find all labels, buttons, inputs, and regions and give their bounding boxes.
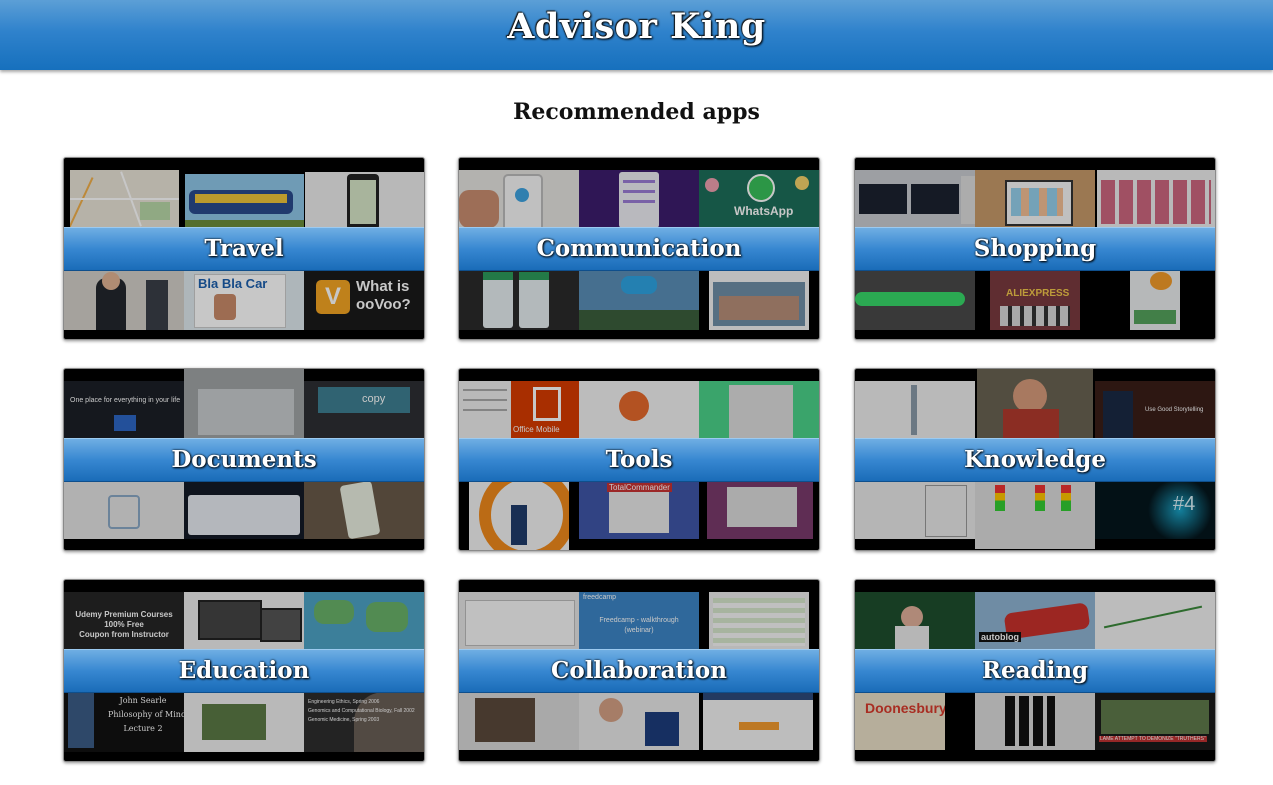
office-mobile-text: Office Mobile <box>513 425 560 434</box>
whatsapp-text: WhatsApp <box>734 204 794 218</box>
thumbnail-webpage <box>703 692 813 750</box>
category-label-tools: Tools <box>459 438 819 482</box>
thumbnail-ide <box>855 481 975 539</box>
thumbnail-map <box>70 170 179 228</box>
thumbnail-shop-tablet <box>975 170 1095 228</box>
category-tile-knowledge[interactable]: Use Good Storytelling #4 Knowledge <box>854 368 1216 551</box>
thumbnail-pen <box>855 270 975 330</box>
thumbnail-monitors <box>855 170 975 228</box>
thumbnail-office-mobile: Office Mobile <box>511 381 579 439</box>
thumbnail-phone <box>305 172 424 228</box>
storytelling-text: Use Good Storytelling <box>1145 407 1204 413</box>
thumbnail-files-screen <box>184 369 304 439</box>
firefox-icon <box>619 391 649 421</box>
thumbnail-aliexpress: ALIEXPRESS <box>990 270 1080 330</box>
oovoo-text: What is ooVoo? <box>356 278 411 313</box>
category-label-collaboration: Collaboration <box>459 649 819 693</box>
category-tile-reading[interactable]: autoblog Doonesbury LAME ATTEMPT TO DEMO… <box>854 579 1216 762</box>
freedcamp-text: Freedcamp - walkthrough (webinar) <box>599 617 679 634</box>
freedcamp-logo-text: freedcamp <box>583 594 617 601</box>
category-label-education: Education <box>64 649 424 693</box>
courses-text: Engineering Ethics, Spring 2006 Genomics… <box>308 699 415 723</box>
totalcommander-text: TotalCommander <box>607 483 672 492</box>
thumbnail-world-map <box>304 592 424 650</box>
thumbnail-freedcamp: freedcamp Freedcamp - walkthrough (webin… <box>579 592 699 650</box>
thumbnail-store-page <box>1097 170 1215 228</box>
category-label-reading: Reading <box>855 649 1215 693</box>
thumbnail-courses: Engineering Ethics, Spring 2006 Genomics… <box>304 692 424 752</box>
documents-tagline: One place for everything in your life <box>70 397 181 404</box>
thumbnail-episode: #4 <box>1095 481 1215 539</box>
office-icon <box>533 387 561 421</box>
thumbnail-dashboard <box>459 592 579 650</box>
thumbnail-dropbox <box>64 481 184 539</box>
thumbnail-photo-editor <box>699 381 819 439</box>
thumbnail-news: LAME ATTEMPT TO DEMONIZE "TRUTHERS" <box>1095 692 1215 750</box>
category-tile-tools[interactable]: Office Mobile TotalCommander Tools <box>458 368 820 551</box>
thumbnail-blablacar: Bla Bla Car <box>184 270 304 330</box>
thumbnail-lecture: John Searle Philosophy of Mind Lecture 2 <box>64 692 184 752</box>
thumbnail-openvpn <box>469 481 569 550</box>
thumbnail-messenger <box>579 170 699 228</box>
thumbnail-photo-app <box>459 692 579 750</box>
category-label-shopping: Shopping <box>855 227 1215 271</box>
episode-text: #4 <box>1173 493 1196 515</box>
thumbnail-chat-phones <box>459 270 579 330</box>
udemy-text: Udemy Premium Courses 100% Free Coupon f… <box>75 610 173 639</box>
thumbnail-totalcommander: TotalCommander <box>579 481 699 539</box>
thumbnail-whatsapp: WhatsApp <box>699 170 819 228</box>
category-label-travel: Travel <box>64 227 424 271</box>
doonesbury-text: Doonesbury <box>865 700 945 716</box>
dropbox-icon <box>108 495 140 529</box>
thumbnail-spreadsheet <box>709 592 809 650</box>
category-tile-collaboration[interactable]: freedcamp Freedcamp - walkthrough (webin… <box>458 579 820 762</box>
autoblog-text: autoblog <box>979 632 1021 642</box>
category-label-documents: Documents <box>64 438 424 482</box>
thumbnail-desktop <box>707 481 813 539</box>
whatsapp-icon <box>747 174 775 202</box>
thumbnail-copy: copy <box>304 381 424 439</box>
copy-text: copy <box>362 393 386 405</box>
thumbnail-meters <box>975 481 1095 549</box>
thumbnail-browser <box>579 381 699 439</box>
app-title: Advisor King <box>507 6 766 47</box>
oovoo-logo-icon: V <box>316 280 350 314</box>
thumbnail-talk <box>855 592 975 650</box>
thumbnail-devices <box>184 592 304 650</box>
thumbnail-doonesbury: Doonesbury <box>855 692 945 750</box>
aliexpress-text: ALIEXPRESS <box>1006 288 1070 299</box>
thumbnail-oovoo: V What is ooVoo? <box>304 270 424 330</box>
thumbnail-evernote: One place for everything in your life <box>64 381 184 439</box>
thumbnail-presenter <box>579 692 699 750</box>
thumbnail-circuit <box>184 692 304 752</box>
app-header: Advisor King <box>0 0 1273 70</box>
thumbnail-speaker <box>977 369 1093 439</box>
category-tile-communication[interactable]: WhatsApp Communication <box>458 157 820 340</box>
thumbnail-chart-page <box>1095 592 1215 650</box>
thumbnail-udemy: Udemy Premium Courses 100% Free Coupon f… <box>64 592 184 650</box>
thumbnail-mmm <box>975 692 1095 750</box>
thumbnail-autoblog: autoblog <box>975 592 1095 650</box>
thumbnail-people <box>64 270 184 330</box>
thumbnail-hand-phone <box>304 481 424 539</box>
category-label-knowledge: Knowledge <box>855 438 1215 482</box>
news-text: LAME ATTEMPT TO DEMONIZE "TRUTHERS" <box>1099 736 1207 742</box>
category-tile-education[interactable]: Udemy Premium Courses 100% Free Coupon f… <box>63 579 425 762</box>
thumbnail-android-app <box>1130 270 1180 330</box>
thumbnail-settings <box>459 381 511 439</box>
category-tile-documents[interactable]: One place for everything in your life co… <box>63 368 425 551</box>
blablacar-text: Bla Bla Car <box>198 276 268 291</box>
thumbnail-bus <box>185 174 304 228</box>
thumbnail-storytelling: Use Good Storytelling <box>1095 381 1215 439</box>
category-tile-travel[interactable]: Bla Bla Car V What is ooVoo? Travel <box>63 157 425 340</box>
lecture-text: John Searle Philosophy of Mind Lecture 2 <box>108 696 184 733</box>
section-title: Recommended apps <box>513 99 760 125</box>
thumbnail-flowchart <box>855 381 975 439</box>
category-label-communication: Communication <box>459 227 819 271</box>
thumbnail-onedrive <box>184 481 304 539</box>
category-tile-shopping[interactable]: ALIEXPRESS Shopping <box>854 157 1216 340</box>
thumbnail-group-chat <box>709 270 809 330</box>
thumbnail-skype <box>579 270 699 330</box>
thumbnail-hands-phone <box>459 170 579 228</box>
